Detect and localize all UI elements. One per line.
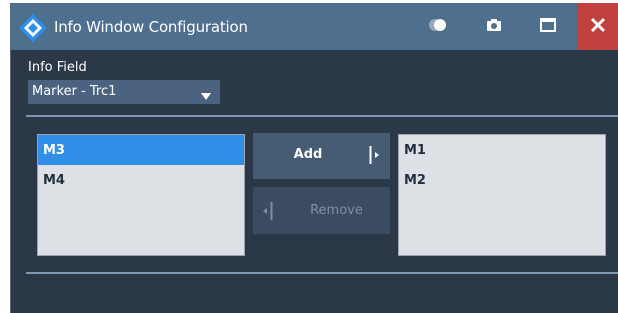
available-markers-list[interactable]: M3 M4 [37, 134, 245, 256]
add-button-label: Add [293, 147, 323, 162]
maximize-icon [540, 17, 556, 36]
window-title: Info Window Configuration [54, 18, 248, 36]
toggle-button[interactable] [423, 3, 453, 50]
title-bar[interactable]: Info Window Configuration [11, 3, 618, 50]
maximize-button[interactable] [533, 3, 563, 50]
separator-top [26, 115, 618, 117]
info-window-configuration-dialog: Info Window Configuration Info Field Mar… [10, 3, 618, 313]
info-field-dropdown[interactable]: Marker - Trc1 [28, 80, 220, 104]
remove-button-label: Remove [310, 203, 363, 218]
separator-bottom [26, 272, 618, 274]
list-item-m3[interactable]: M3 [38, 135, 244, 165]
toggle-icon [427, 17, 449, 36]
close-icon [590, 17, 606, 37]
camera-icon [486, 17, 502, 36]
list-item-m4[interactable]: M4 [38, 165, 244, 195]
screenshot-button[interactable] [479, 3, 509, 50]
add-button[interactable]: Add [253, 133, 390, 179]
remove-button[interactable]: Remove [253, 187, 390, 234]
close-button[interactable] [577, 3, 618, 50]
selected-markers-list[interactable]: M1 M2 [398, 134, 606, 256]
info-field-label: Info Field [28, 60, 87, 75]
list-item-m1[interactable]: M1 [399, 135, 605, 165]
move-right-icon [369, 145, 381, 169]
chevron-down-icon [201, 89, 211, 104]
logo-icon [18, 13, 48, 43]
move-left-icon [262, 201, 274, 225]
list-item-m2[interactable]: M2 [399, 165, 605, 195]
info-field-value: Marker - Trc1 [32, 84, 117, 99]
